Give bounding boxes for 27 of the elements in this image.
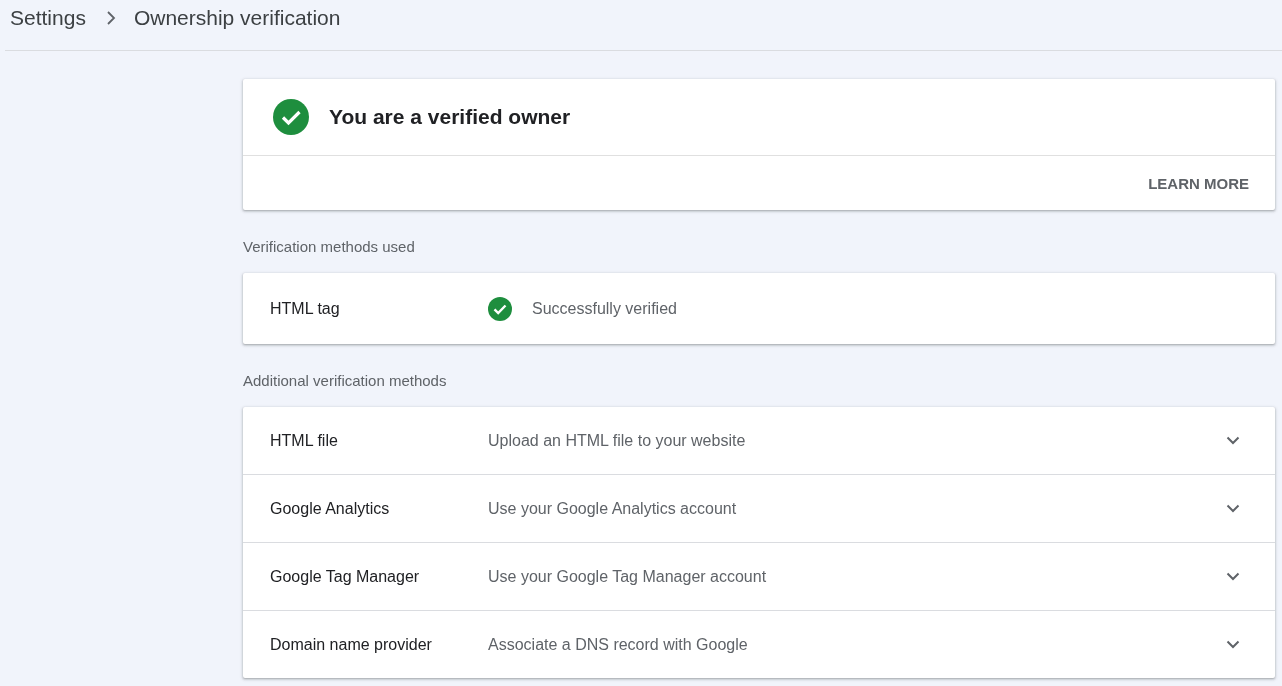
chevron-down-icon[interactable] — [1226, 572, 1240, 581]
page-title: Ownership verification — [133, 6, 341, 30]
breadcrumb-parent-link[interactable]: Settings — [10, 6, 86, 30]
status-title: You are a verified owner — [329, 105, 571, 129]
chevron-down-icon[interactable] — [1226, 640, 1240, 649]
section-heading: Additional verification methods — [243, 372, 448, 389]
method-description: Upload an HTML file to your website — [488, 431, 747, 450]
method-description: Use your Google Analytics account — [488, 499, 738, 518]
method-name: Google Analytics — [270, 499, 391, 518]
method-description: Associate a DNS record with Google — [488, 635, 749, 654]
method-row[interactable]: Google Analytics Use your Google Analytics account — [243, 475, 1275, 543]
learn-more-button[interactable]: LEARN MORE — [1138, 166, 1259, 200]
method-name: Domain name provider — [270, 635, 433, 654]
chevron-down-icon[interactable] — [1226, 436, 1240, 445]
method-row[interactable]: Google Tag Manager Use your Google Tag Manager account — [243, 543, 1275, 611]
chevron-down-icon[interactable] — [1226, 504, 1240, 513]
verification-status: Successfully verified — [532, 299, 677, 318]
method-description: Use your Google Tag Manager account — [488, 567, 768, 586]
method-row[interactable]: HTML file Upload an HTML file to your website — [243, 407, 1275, 475]
method-name: Google Tag Manager — [270, 567, 421, 586]
method-name: HTML tag — [270, 299, 341, 318]
section-heading: Verification methods used — [243, 238, 416, 255]
method-name: HTML file — [270, 431, 339, 450]
check-circle-icon — [273, 99, 309, 135]
method-row[interactable]: Domain name provider Associate a DNS record with Google — [243, 611, 1275, 678]
check-circle-icon — [488, 296, 512, 321]
chevron-right-icon — [105, 11, 116, 25]
